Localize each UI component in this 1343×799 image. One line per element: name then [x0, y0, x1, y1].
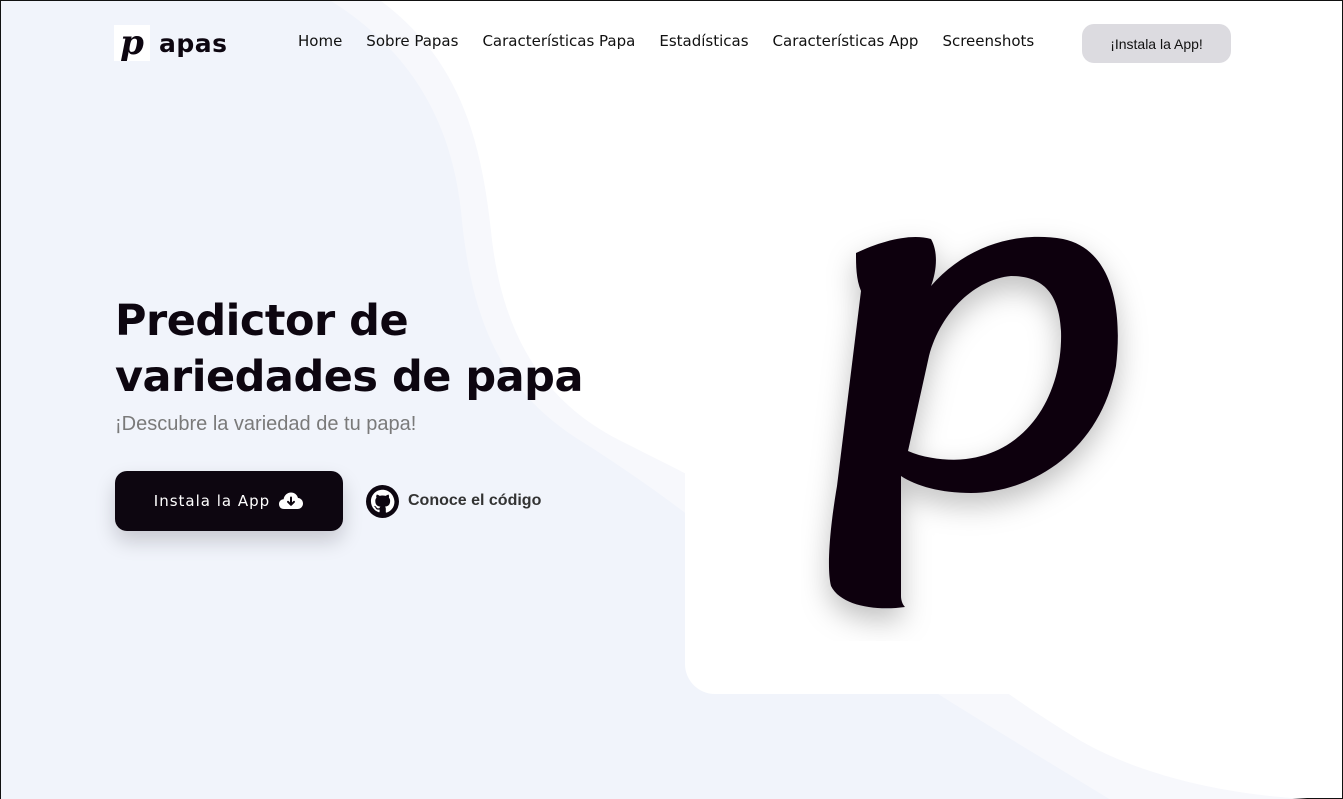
github-code-link-label: Conoce el código	[408, 492, 542, 509]
install-app-button-label: Instala la App	[153, 492, 271, 510]
nav-caracteristicas-app[interactable]: Características App	[773, 32, 919, 50]
logo-text: apas	[159, 28, 228, 58]
hero-subtitle: ¡Descubre la variedad de tu papa!	[115, 413, 417, 435]
hero-logo-p-icon	[828, 236, 1118, 609]
nav-screenshots[interactable]: Screenshots	[942, 32, 1034, 50]
nav-estadisticas[interactable]: Estadísticas	[659, 32, 748, 50]
logo-mark: p	[114, 25, 150, 61]
main-nav: Home Sobre Papas Características Papa Es…	[298, 32, 1034, 50]
nav-sobre-papas[interactable]: Sobre Papas	[366, 32, 458, 50]
github-code-link[interactable]: Conoce el código	[366, 484, 541, 518]
install-app-nav-button[interactable]: ¡Instala la App!	[1082, 24, 1231, 63]
github-icon	[366, 484, 399, 518]
hero-title: Predictor de variedades de papa	[115, 296, 583, 402]
install-app-button[interactable]: Instala la App	[115, 471, 343, 531]
cloud-download-icon	[279, 492, 304, 509]
brand-logo[interactable]: p apas	[114, 23, 228, 63]
nav-home[interactable]: Home	[298, 32, 342, 50]
nav-caracteristicas-papa[interactable]: Características Papa	[482, 32, 635, 50]
site-header: p apas Home Sobre Papas Características …	[1, 1, 1342, 85]
